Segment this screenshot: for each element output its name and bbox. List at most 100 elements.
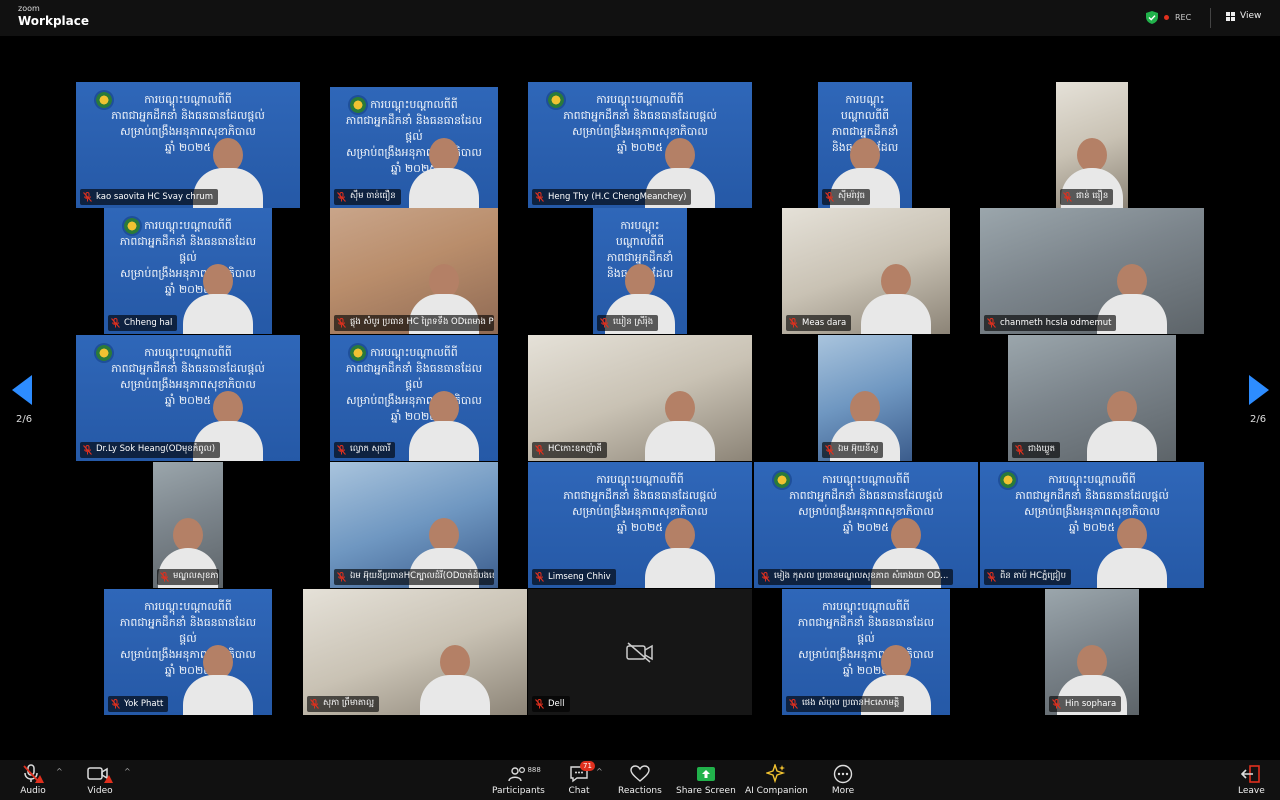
participant-name: ឃៀន ស្រីរ៉ុង — [613, 317, 654, 327]
audio-label: Audio — [20, 786, 46, 796]
participant-tile[interactable]: ផ្លុង សំបូរ ប្រធាន HC ព្រៃទទឹង OD​ពេមាង … — [330, 208, 498, 334]
participant-tile[interactable]: Hin sophara — [1045, 589, 1139, 715]
grid-view-icon — [1226, 11, 1235, 21]
reactions-button[interactable]: Reactions — [618, 764, 662, 796]
slide-line-2: ភាពជាអ្នកដឹកនាំ និងធនធានដែលផ្ដល់ — [119, 234, 257, 264]
participant-name-tag: ជាងឃ្លួត — [1012, 442, 1060, 458]
participant-tile[interactable]: Dell — [528, 589, 752, 715]
audio-button[interactable]: Audio — [20, 764, 46, 796]
more-dots-icon — [833, 764, 853, 784]
participants-label: Participants — [492, 786, 545, 796]
participant-name-tag: Meas dara — [786, 315, 852, 331]
zoom-logo: zoom Workplace — [18, 5, 89, 28]
share-screen-button[interactable]: Share Screen — [676, 764, 736, 796]
chat-button[interactable]: 71 Chat — [566, 761, 595, 796]
participant-tile[interactable]: ការបណ្ដុះបណ្ដាលពីពីភាពជាអ្នកដឹកនាំ និងធន… — [818, 82, 912, 208]
participant-tile[interactable]: ឯម អ៊ុយនីប្រធានHCក្បាលដំរី(ODបាត់ដំបងខេត… — [330, 462, 498, 588]
participant-name: Yok Phatt — [124, 699, 164, 709]
participant-name: Hin sophara — [1065, 699, 1117, 709]
participant-tile[interactable]: ការបណ្ដុះបណ្ដាលពីពីភាពជាអ្នកដឹកនាំ និងធន… — [980, 462, 1204, 588]
view-button[interactable]: View — [1226, 11, 1261, 21]
share-screen-label: Share Screen — [676, 786, 736, 796]
participant-name: មណ្ឌលសុខភាព ក្បែរស្ពង — [173, 571, 219, 581]
mic-muted-icon — [23, 764, 44, 783]
participant-tile[interactable]: ការបណ្ដុះបណ្ដាលពីពីភាពជាអ្នកដឹកនាំ និងធន… — [76, 82, 300, 208]
previous-page-arrow-icon[interactable] — [12, 375, 34, 405]
slide-line-2: ភាពជាអ្នកដឹកនាំ និងធនធានដែលផ្ដល់ — [119, 615, 257, 645]
participant-tile[interactable]: ការបណ្ដុះបណ្ដាលពីពីភាពជាអ្នកដឹកនាំ និងធន… — [528, 462, 752, 588]
participant-tile[interactable]: ផាន់ ធឿន — [1056, 82, 1128, 208]
participant-name-tag: មៀង កុសល ប្រធានមណ្ឌលសុខភាព សំរោងយា OD... — [758, 569, 954, 585]
next-page-arrow-icon[interactable] — [1247, 375, 1269, 405]
participant-name: ផេង សំបុល ប្រធានHcសោមត្តិ — [802, 698, 900, 708]
shared-slide-text: ការបណ្ដុះបណ្ដាលពីពីភាពជាអ្នកដឹកនាំ និងធន… — [528, 472, 752, 536]
video-options-caret-icon[interactable]: ^ — [124, 767, 131, 776]
participant-tile[interactable]: ការបណ្ដុះបណ្ដាលពីពីភាពជាអ្នកដឹកនាំ និងធន… — [330, 87, 498, 208]
slide-line-1: ការបណ្ដុះបណ្ដាលពីពី — [615, 219, 665, 248]
slide-line-1: ការបណ្ដុះបណ្ដាលពីពី — [822, 600, 910, 613]
mic-muted-icon — [789, 318, 798, 328]
participant-name: Dell — [548, 699, 565, 709]
participant-tile[interactable]: មណ្ឌលសុខភាព ក្បែរស្ពង — [153, 462, 223, 588]
participant-tile[interactable]: ការបណ្ដុះបណ្ដាលពីពីភាពជាអ្នកដឹកនាំ និងធន… — [330, 335, 498, 461]
more-label: More — [831, 786, 855, 796]
participant-name: ឯម អ៊ុយនីស្ល — [838, 444, 879, 454]
participant-name-tag: Heng Thy (H.C ChengMeanchey) — [532, 189, 692, 205]
ai-companion-button[interactable]: AI Companion — [745, 764, 808, 796]
participant-tile[interactable]: ឯម អ៊ុយនីស្ល — [818, 335, 912, 461]
slide-line-1: ការបណ្ដុះបណ្ដាលពីពី — [822, 473, 910, 486]
participant-name: Dr.Ly Sok Heang(ODមុខកំពូល) — [96, 444, 216, 454]
participant-tile[interactable]: សុភា ព្រឹមាតាល្អ — [303, 589, 527, 715]
page-indicator-right: 2/6 — [1250, 414, 1267, 425]
participant-tile[interactable]: ការបណ្ដុះបណ្ដាលពីពីភាពជាអ្នកដឹកនាំ និងធន… — [593, 208, 687, 334]
participant-tile[interactable]: ជាងឃ្លួត — [1008, 335, 1176, 461]
participant-tile[interactable]: ការបណ្ដុះបណ្ដាលពីពីភាពជាអ្នកដឹកនាំ និងធន… — [528, 82, 752, 208]
slide-line-1: ការបណ្ដុះបណ្ដាលពីពី — [144, 600, 232, 613]
shared-slide-text: ការបណ្ដុះបណ្ដាលពីពីភាពជាអ្នកដឹកនាំ និងធន… — [76, 92, 300, 156]
participant-name: Heng Thy (H.C ChengMeanchey) — [548, 192, 687, 202]
participant-name-tag: kao saovita HC Svay chrum — [80, 189, 218, 205]
participant-name: chanmeth hcsla odmemut — [1000, 318, 1112, 328]
more-button[interactable]: More — [830, 764, 856, 796]
participant-video-figure — [1097, 518, 1167, 588]
participant-name: ជាងឃ្លួត — [1028, 444, 1055, 454]
page-indicator-left: 2/6 — [16, 414, 33, 425]
mic-muted-icon — [535, 445, 544, 455]
participant-tile[interactable]: ការបណ្ដុះបណ្ដាលពីពីភាពជាអ្នកដឹកនាំ និងធន… — [104, 589, 272, 715]
participant-tile[interactable]: HCកោះឧកញ៉ាតី — [528, 335, 752, 461]
mic-muted-icon — [337, 318, 346, 328]
participant-tile[interactable]: ការបណ្ដុះបណ្ដាលពីពីភាពជាអ្នកដឹកនាំ និងធន… — [76, 335, 300, 461]
participant-name-tag: Yok Phatt — [108, 696, 169, 712]
participant-name: Limseng Chhiv — [548, 572, 611, 582]
participant-name-tag: ផ្លុង សំបូរ ប្រធាន HC ព្រៃទទឹង OD​ពេមាង … — [334, 315, 494, 331]
shared-slide-text: ការបណ្ដុះបណ្ដាលពីពីភាពជាអ្នកដឹកនាំ និងធន… — [980, 472, 1204, 536]
participant-name-tag: ផេង សំបុល ប្រធានHcសោមត្តិ — [786, 696, 905, 712]
participant-name-tag: ឯម អ៊ុយនីស្ល — [822, 442, 884, 458]
slide-line-2: ភាពជាអ្នកដឹកនាំ និងធនធានដែលផ្ដល់ — [563, 108, 717, 122]
recording-indicator[interactable]: REC — [1146, 11, 1191, 24]
participant-tile[interactable]: ការបណ្ដុះបណ្ដាលពីពីភាពជាអ្នកដឹកនាំ និងធន… — [104, 208, 272, 334]
participant-tile[interactable]: ការបណ្ដុះបណ្ដាលពីពីភាពជាអ្នកដឹកនាំ និងធន… — [754, 462, 978, 588]
participant-name: ពិន​ តាប៉ HCភ្នំជ្រៀប — [1000, 571, 1066, 581]
leave-button[interactable]: Leave — [1238, 764, 1265, 796]
chat-options-caret-icon[interactable]: ^ — [596, 767, 603, 776]
participant-tile[interactable]: ការបណ្ដុះបណ្ដាលពីពីភាពជាអ្នកដឹកនាំ និងធន… — [782, 589, 950, 715]
participant-tile[interactable]: Meas dara — [782, 208, 950, 334]
mic-muted-icon — [1052, 699, 1061, 709]
mic-muted-icon — [535, 699, 544, 709]
participant-name: Meas dara — [802, 318, 847, 328]
participants-button[interactable]: 888 Participants — [492, 764, 545, 796]
audio-options-caret-icon[interactable]: ^ — [56, 767, 63, 776]
mic-muted-icon — [535, 572, 544, 582]
mic-muted-icon — [337, 192, 346, 202]
mic-muted-icon — [337, 572, 346, 582]
mic-muted-icon — [1015, 445, 1024, 455]
mic-muted-icon — [111, 699, 120, 709]
mic-muted-icon — [310, 699, 319, 709]
participant-name: ផ្លុង សំបូរ ប្រធាន HC ព្រៃទទឹង OD​ពេមាង … — [350, 317, 494, 327]
participant-name: ស៊ឹម ចាន់ធឿន — [350, 191, 396, 201]
participant-name-tag: chanmeth hcsla odmemut — [984, 315, 1117, 331]
video-button[interactable]: Video — [87, 764, 113, 796]
mic-muted-icon — [825, 445, 834, 455]
participant-tile[interactable]: chanmeth hcsla odmemut — [980, 208, 1204, 334]
